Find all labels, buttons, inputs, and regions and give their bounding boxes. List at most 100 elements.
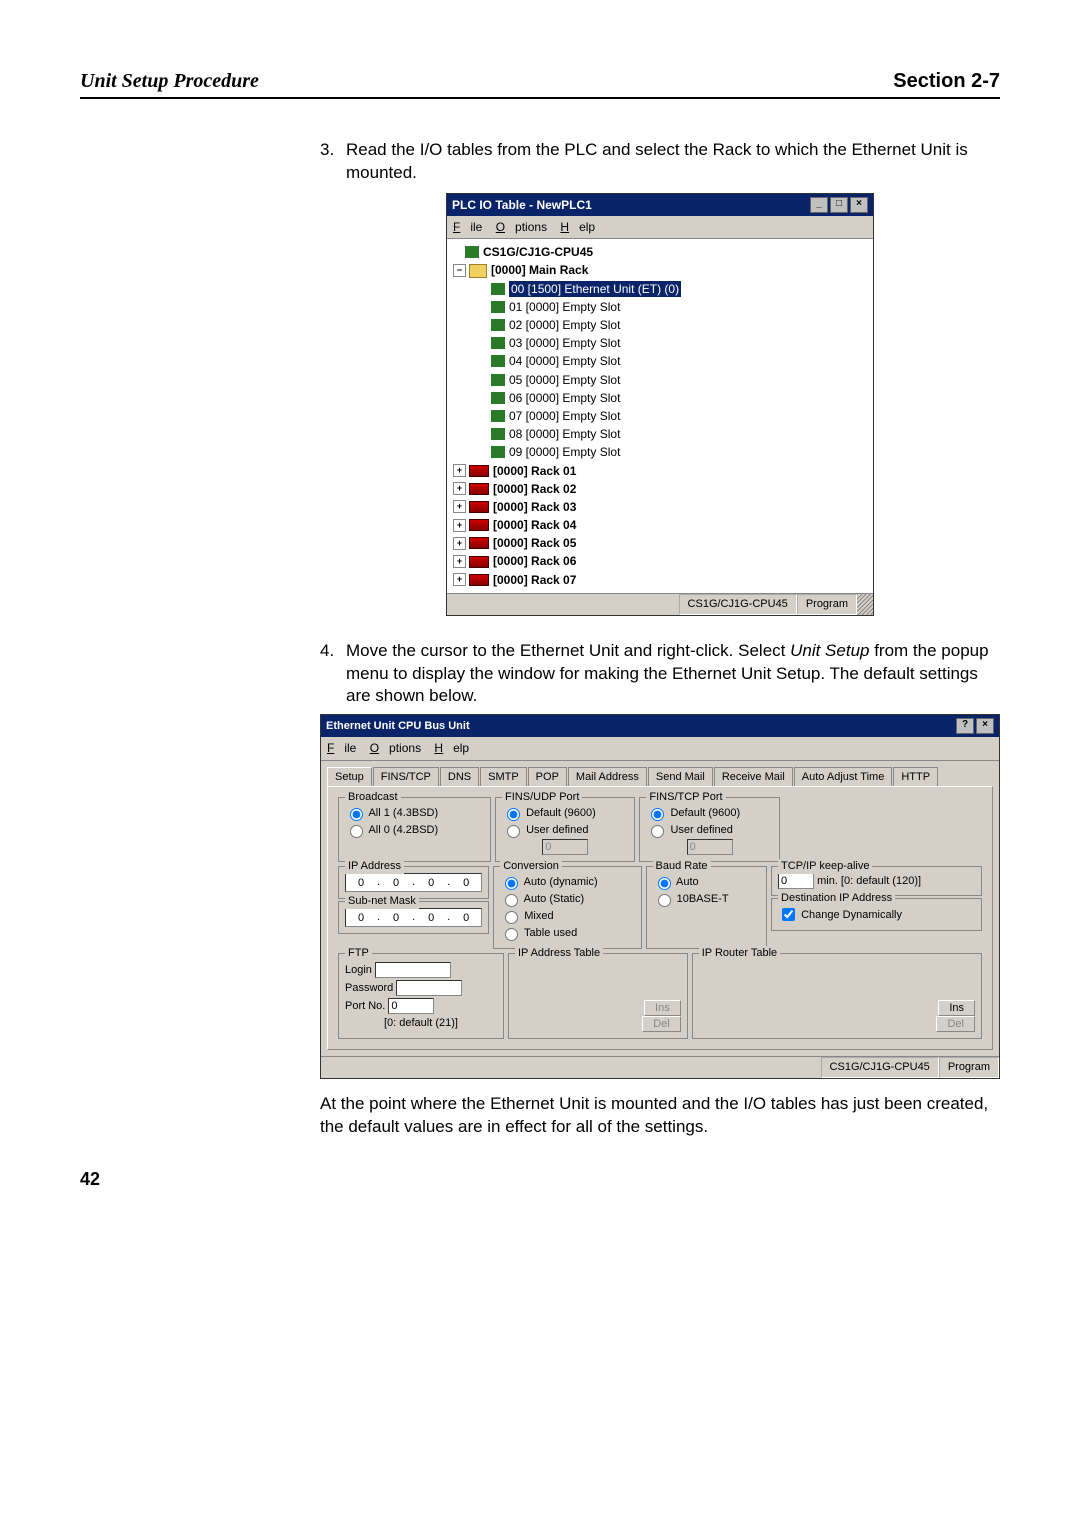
tab-pop[interactable]: POP [528, 767, 567, 787]
step-3: 3. Read the I/O tables from the PLC and … [320, 139, 1000, 185]
main-rack-node[interactable]: [0000] Main Rack [491, 262, 588, 278]
slot-node[interactable]: 02 [0000] Empty Slot [509, 317, 620, 333]
iprouter-ins-button[interactable]: Ins [938, 1000, 975, 1016]
folder-icon [469, 264, 487, 278]
tab-mailaddress[interactable]: Mail Address [568, 767, 647, 787]
rack-node[interactable]: [0000] Rack 03 [493, 499, 576, 515]
rack-node[interactable]: [0000] Rack 02 [493, 481, 576, 497]
plc-io-table-window: PLC IO Table - NewPLC1 _ □ × File Option… [446, 193, 874, 616]
expand-icon[interactable]: + [453, 573, 466, 586]
finsudp-value [542, 839, 588, 855]
tab-sendmail[interactable]: Send Mail [648, 767, 713, 787]
slot-icon [491, 428, 505, 440]
subnet-mask-input[interactable]: ... [345, 908, 482, 927]
rack-node[interactable]: [0000] Rack 07 [493, 572, 576, 588]
resize-grip-icon[interactable] [857, 594, 873, 615]
conv-opt[interactable]: Auto (dynamic) [500, 874, 634, 890]
menu-options[interactable]: Options [496, 220, 547, 234]
ipaddrtable-legend: IP Address Table [515, 946, 603, 961]
slot-node[interactable]: 08 [0000] Empty Slot [509, 426, 620, 442]
iprouter-del-button: Del [936, 1016, 975, 1032]
ftp-password-input[interactable] [396, 980, 462, 996]
slot-node[interactable]: 03 [0000] Empty Slot [509, 335, 620, 351]
slot-icon [491, 355, 505, 367]
keepalive-suffix: min. [0: default (120)] [817, 875, 921, 887]
subnet-legend: Sub-net Mask [345, 894, 419, 909]
menu-help[interactable]: Help [560, 220, 595, 234]
broadcast-opt1[interactable]: All 1 (4.3BSD) [345, 805, 484, 821]
finstcp-opt1[interactable]: Default (9600) [646, 805, 772, 821]
cpu-node[interactable]: CS1G/CJ1G-CPU45 [483, 244, 593, 260]
close-icon[interactable]: × [976, 718, 994, 734]
rack-icon [469, 556, 489, 568]
step-3-num: 3. [320, 139, 346, 185]
ip-legend: IP Address [345, 859, 404, 874]
ethernet-unit-window: Ethernet Unit CPU Bus Unit ? × File Opti… [320, 714, 1000, 1079]
slot-node[interactable]: 04 [0000] Empty Slot [509, 353, 620, 369]
rack-node[interactable]: [0000] Rack 05 [493, 535, 576, 551]
slot-icon [491, 392, 505, 404]
finsudp-opt2[interactable]: User defined [502, 822, 628, 838]
rack-node[interactable]: [0000] Rack 04 [493, 517, 576, 533]
slot-node[interactable]: 06 [0000] Empty Slot [509, 390, 620, 406]
rack-node[interactable]: [0000] Rack 01 [493, 463, 576, 479]
close-icon[interactable]: × [850, 197, 868, 213]
tab-finstcp[interactable]: FINS/TCP [373, 767, 439, 787]
finstcp-legend: FINS/TCP Port [646, 790, 725, 805]
slot-0-selected[interactable]: 00 [1500] Ethernet Unit (ET) (0) [509, 281, 681, 297]
conv-opt[interactable]: Table used [500, 925, 634, 941]
slot-icon [491, 374, 505, 386]
tab-setup[interactable]: Setup [327, 767, 372, 787]
destip-chk[interactable]: Change Dynamically [778, 909, 902, 921]
slot-node[interactable]: 09 [0000] Empty Slot [509, 444, 620, 460]
slot-node[interactable]: 05 [0000] Empty Slot [509, 372, 620, 388]
finsudp-opt1[interactable]: Default (9600) [502, 805, 628, 821]
finstcp-opt2[interactable]: User defined [646, 822, 772, 838]
baud-opt2[interactable]: 10BASE-T [653, 891, 760, 907]
rack-node[interactable]: [0000] Rack 06 [493, 553, 576, 569]
expand-icon[interactable]: + [453, 482, 466, 495]
slot-node[interactable]: 01 [0000] Empty Slot [509, 299, 620, 315]
tab-dns[interactable]: DNS [440, 767, 479, 787]
expand-icon[interactable]: + [453, 537, 466, 550]
conv-legend: Conversion [500, 859, 562, 874]
tab-autoadjust[interactable]: Auto Adjust Time [794, 767, 893, 787]
baud-opt1[interactable]: Auto [653, 874, 760, 890]
tab-http[interactable]: HTTP [893, 767, 938, 787]
ip-address-input[interactable]: ... [345, 873, 482, 892]
broadcast-legend: Broadcast [345, 790, 401, 805]
conv-opt[interactable]: Mixed [500, 908, 634, 924]
conv-opt[interactable]: Auto (Static) [500, 891, 634, 907]
rack-icon [469, 537, 489, 549]
slot-icon [491, 337, 505, 349]
menu-options[interactable]: Options [370, 741, 421, 755]
io-tree: CS1G/CJ1G-CPU45 − [0000] Main Rack 00 [15… [447, 239, 873, 593]
rack-icon [469, 519, 489, 531]
expand-icon[interactable]: + [453, 519, 466, 532]
slot-icon [491, 446, 505, 458]
help-icon[interactable]: ? [956, 718, 974, 734]
menu-help[interactable]: Help [434, 741, 469, 755]
slot-node[interactable]: 07 [0000] Empty Slot [509, 408, 620, 424]
rack-icon [469, 574, 489, 586]
slot-icon [491, 283, 505, 295]
menu-file[interactable]: File [327, 741, 356, 755]
tab-receivemail[interactable]: Receive Mail [714, 767, 793, 787]
step-4-text: Move the cursor to the Ethernet Unit and… [346, 640, 1000, 709]
slot-icon [491, 319, 505, 331]
expand-icon[interactable]: + [453, 464, 466, 477]
expand-icon[interactable]: + [453, 500, 466, 513]
ftp-port-input[interactable] [388, 998, 434, 1014]
ftp-login-input[interactable] [375, 962, 451, 978]
expand-icon[interactable]: − [453, 264, 466, 277]
broadcast-opt2[interactable]: All 0 (4.2BSD) [345, 822, 484, 838]
menu-file[interactable]: File [453, 220, 482, 234]
expand-icon[interactable]: + [453, 555, 466, 568]
maximize-icon[interactable]: □ [830, 197, 848, 213]
minimize-icon[interactable]: _ [810, 197, 828, 213]
tab-strip: Setup FINS/TCP DNS SMTP POP Mail Address… [321, 761, 999, 787]
keepalive-input[interactable] [778, 873, 814, 889]
status-cpu: CS1G/CJ1G-CPU45 [679, 594, 797, 615]
tab-smtp[interactable]: SMTP [480, 767, 527, 787]
header-left: Unit Setup Procedure [80, 70, 259, 97]
